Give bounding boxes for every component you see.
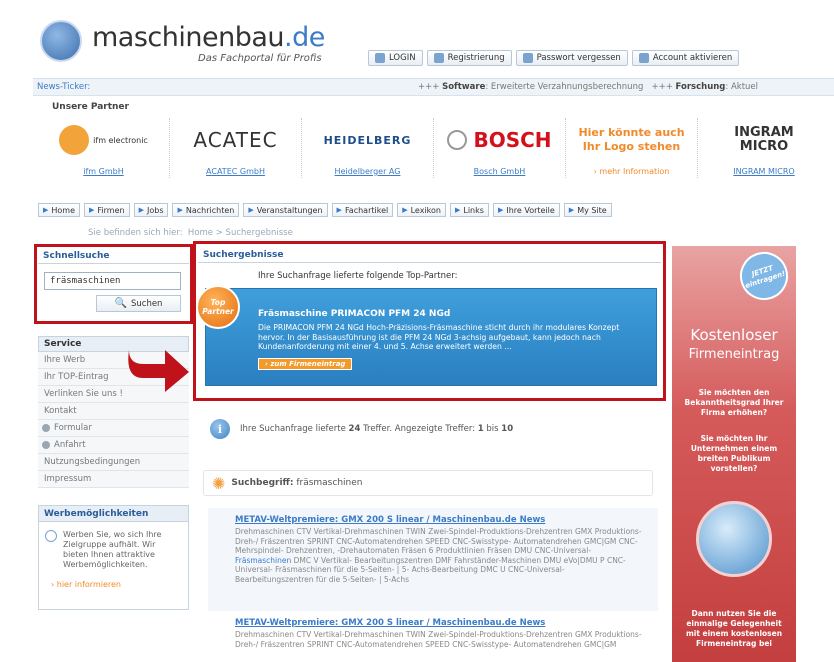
ad-bottom-text: Dann nutzen Sie die einmalige Gelegenhei… <box>685 609 783 648</box>
activate-icon <box>638 53 649 63</box>
ad-question-1: Sie möchten den Bekanntheitsgrad Ihrer F… <box>684 388 784 417</box>
top-partner-card[interactable]: Fräsmaschine PRIMACON PFM 24 NGd Die PRI… <box>205 288 657 386</box>
top-partner-title[interactable]: Fräsmaschine PRIMACON PFM 24 NGd <box>258 309 656 319</box>
hit-text: Drehmaschinen CTV Vertikal-Drehmaschinen… <box>235 630 642 649</box>
service-item-anfahrt[interactable]: Anfahrt <box>38 437 189 454</box>
news-ticker-text[interactable]: +++ Software: Erweiterte Verzahnungsbere… <box>418 82 758 92</box>
pointer-arrow-icon <box>128 350 189 392</box>
results-count: i Ihre Suchanfrage lieferte 24 Treffer. … <box>210 418 656 440</box>
top-partner-badge: Top Partner <box>196 285 240 329</box>
site-tagline: Das Fachportal für Profis <box>198 53 322 64</box>
nav-veranstaltungen[interactable]: ▶ Veranstaltungen <box>243 203 328 217</box>
partner-ingram[interactable]: INGRAM MICRO INGRAM MICRO <box>698 118 830 178</box>
logo-icon[interactable] <box>40 20 82 62</box>
search-input[interactable]: fräsmaschinen <box>44 272 181 290</box>
hit-text: Drehmaschinen CTV Vertikal-Drehmaschinen… <box>235 527 642 584</box>
partner-ifm[interactable]: ifm electronic ifm GmbH <box>38 118 170 178</box>
info-icon <box>45 530 57 542</box>
quicksearch-panel: Schnellsuche fräsmaschinen 🔍 Suchen <box>38 248 189 312</box>
nav-fachartikel[interactable]: ▶ Fachartikel <box>331 203 394 217</box>
partner-heidelberg[interactable]: HEIDELBERG Heidelberger AG <box>302 118 434 178</box>
ad-title: Kostenloser <box>690 326 778 344</box>
ads-text: Werben Sie, wo sich Ihre Zielgruppe aufh… <box>63 530 162 569</box>
nav-links[interactable]: ▶ Links <box>449 203 489 217</box>
nav-ihre-vorteile[interactable]: ▶ Ihre Vorteile <box>492 203 560 217</box>
login-button[interactable]: LOGIN <box>368 50 423 66</box>
bullet-icon <box>42 424 50 432</box>
key-icon <box>522 53 533 63</box>
partner-logos: ifm electronic ifm GmbH ACATEC ACATEC Gm… <box>38 118 830 178</box>
partner-acatec[interactable]: ACATEC ACATEC GmbH <box>170 118 302 178</box>
nav-lexikon[interactable]: ▶ Lexikon <box>397 203 446 217</box>
bullet-icon <box>42 441 50 449</box>
search-hit[interactable]: METAV-Weltpremiere: GMX 200 S linear / M… <box>235 515 645 585</box>
quicksearch-title: Schnellsuche <box>38 248 189 264</box>
register-icon <box>433 53 444 63</box>
news-ticker-label: News-Ticker: <box>37 82 91 92</box>
register-button[interactable]: Registrierung <box>426 50 512 66</box>
ads-box: Werbemöglichkeiten Werben Sie, wo sich I… <box>38 505 189 610</box>
search-term-box: ✺ Suchbegriff: fräsmaschinen <box>203 470 653 496</box>
service-item-impressum[interactable]: Impressum <box>38 471 189 488</box>
main-nav: ▶ Home ▶ Firmen ▶ Jobs ▶ Nachrichten ▶ Verans… <box>38 203 612 217</box>
breadcrumb: Sie befinden sich hier: Home > Suchergeb… <box>88 228 293 238</box>
partner-placeholder[interactable]: Hier könnte auch Ihr Logo stehen › mehr … <box>566 118 698 178</box>
news-ticker: News-Ticker: +++ Software: Erweiterte Ve… <box>33 78 834 96</box>
magnifier-icon: 🔍 <box>114 298 127 309</box>
activate-account-button[interactable]: Account aktivieren <box>631 50 740 66</box>
ad-question-2: Sie möchten Ihr Unternehmen einem breite… <box>690 434 778 473</box>
ad-subtitle: Firmeneintrag <box>688 347 780 362</box>
results-title: Suchergebnisse <box>198 247 661 263</box>
account-tabs: LOGIN Registrierung Passwort vergessen A… <box>368 50 740 66</box>
ifm-logo-icon <box>59 125 90 155</box>
results-intro: Ihre Suchanfrage lieferte folgende Top-P… <box>258 271 458 281</box>
hit-title[interactable]: METAV-Weltpremiere: GMX 200 S linear / M… <box>235 515 645 525</box>
ads-title: Werbemöglichkeiten <box>39 506 188 522</box>
nav-nachrichten[interactable]: ▶ Nachrichten <box>172 203 240 217</box>
nav-jobs[interactable]: ▶ Jobs <box>133 203 169 217</box>
partner-bosch[interactable]: BOSCH Bosch GmbH <box>434 118 566 178</box>
forgot-password-button[interactable]: Passwort vergessen <box>515 50 628 66</box>
ads-link[interactable]: › hier informieren <box>39 570 188 589</box>
info-icon: i <box>210 419 230 439</box>
service-item-nutzungsbedingungen[interactable]: Nutzungsbedingungen <box>38 454 189 471</box>
service-item-formular[interactable]: Formular <box>38 420 189 437</box>
top-partner-text: Die PRIMACON PFM 24 NGd Hoch-Präzisions-… <box>258 323 620 351</box>
nav-home[interactable]: ▶ Home <box>38 203 81 217</box>
wrench-icon <box>696 501 772 577</box>
service-item-kontakt[interactable]: Kontakt <box>38 403 189 420</box>
ad-badge[interactable]: JETZT eintragen! <box>733 245 795 307</box>
nav-firmen[interactable]: ▶ Firmen <box>84 203 130 217</box>
hit-title[interactable]: METAV-Weltpremiere: GMX 200 S linear / M… <box>235 618 645 628</box>
partners-title: Unsere Partner <box>52 102 129 112</box>
site-logo[interactable]: maschinenbau.de <box>92 22 325 53</box>
nav-my-site[interactable]: ▶ My Site <box>563 203 612 217</box>
free-entry-ad[interactable]: JETZT eintragen! Kostenloser Firmeneintr… <box>672 245 796 662</box>
top-partner-button[interactable]: › zum Firmeneintrag <box>258 357 353 370</box>
search-hit[interactable]: METAV-Weltpremiere: GMX 200 S linear / M… <box>235 618 645 649</box>
search-button[interactable]: 🔍 Suchen <box>96 295 181 312</box>
gear-icon: ✺ <box>212 473 226 493</box>
bosch-logo-icon <box>447 130 468 150</box>
login-icon <box>375 53 385 63</box>
